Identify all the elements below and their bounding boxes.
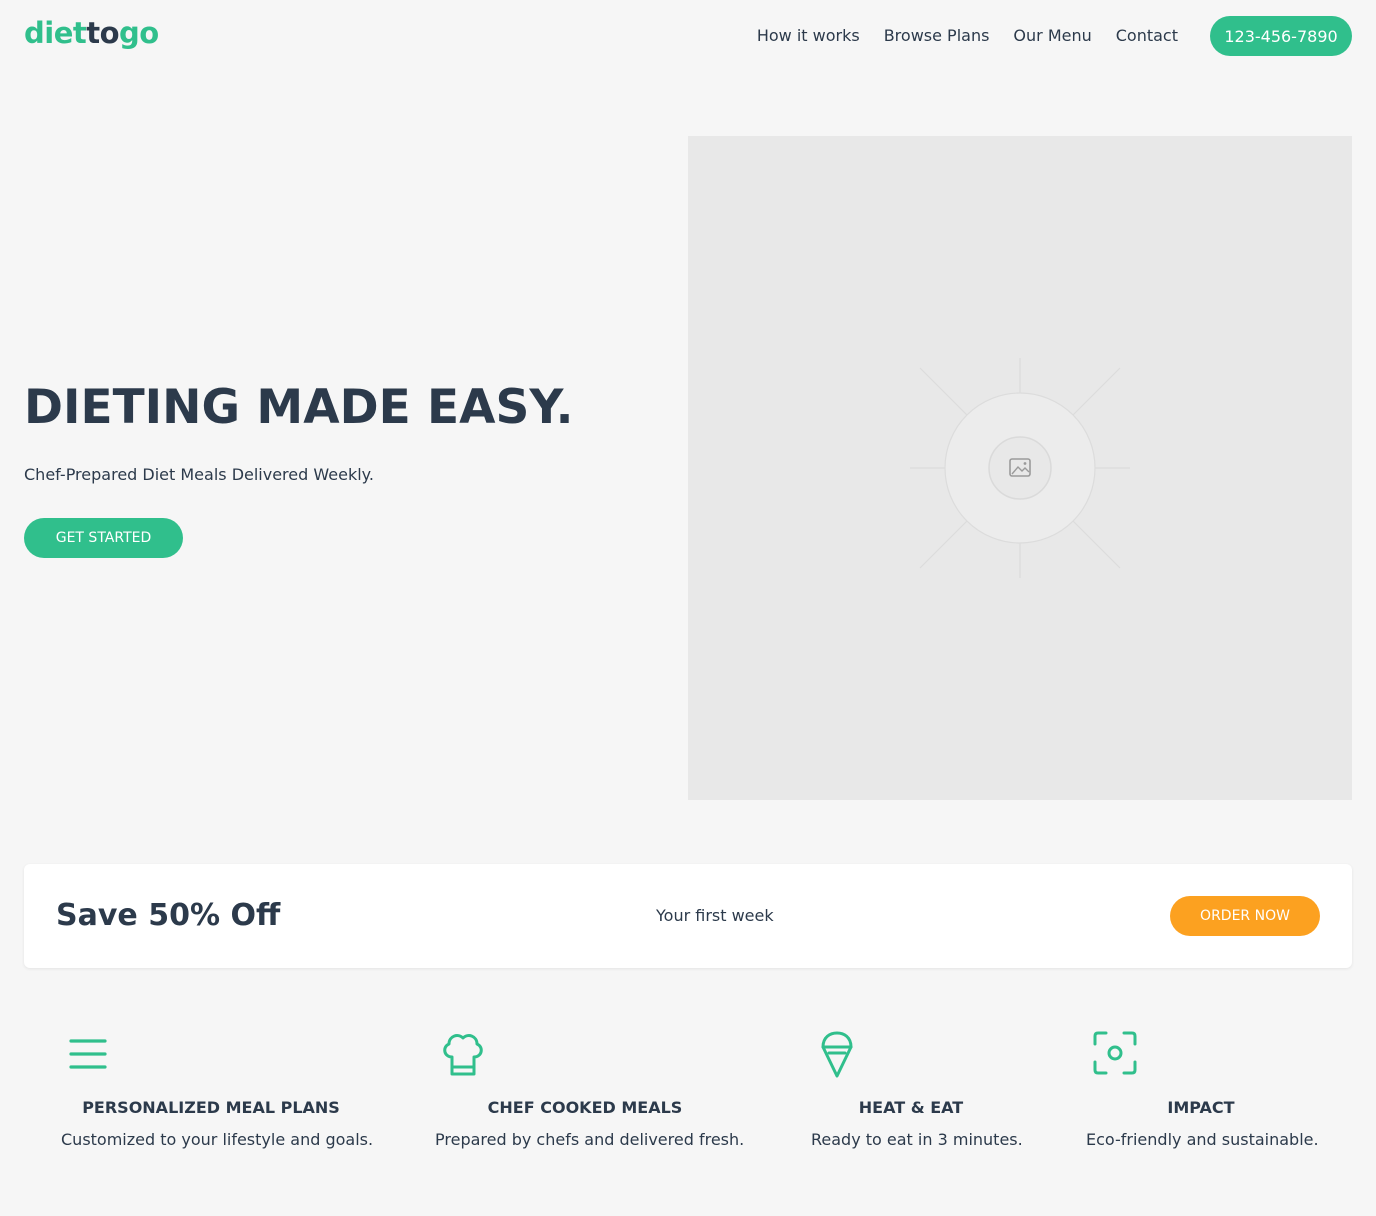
feature-title: CHEF COOKED MEALS <box>487 1098 683 1117</box>
ice-cream-cone-icon <box>819 1030 855 1082</box>
hero-title: DIETING MADE EASY. <box>24 380 574 435</box>
nav-browse-plans[interactable]: Browse Plans <box>884 26 990 45</box>
feature-title: HEAT & EAT <box>858 1098 964 1117</box>
main-nav: How it works Browse Plans Our Menu Conta… <box>757 26 1178 45</box>
feature-description: Customized to your lifestyle and goals. <box>61 1130 374 1149</box>
chef-hat-icon <box>441 1030 485 1080</box>
image-placeholder-graphic <box>910 358 1130 578</box>
logo[interactable]: diettogo <box>24 16 159 50</box>
feature-description: Prepared by chefs and delivered fresh. <box>435 1130 745 1149</box>
nav-how-it-works[interactable]: How it works <box>757 26 860 45</box>
logo-part-go: go <box>119 16 159 50</box>
feature-description: Ready to eat in 3 minutes. <box>811 1130 1023 1149</box>
nav-contact[interactable]: Contact <box>1116 26 1178 45</box>
site-header: diettogo How it works Browse Plans Our M… <box>0 0 1376 72</box>
logo-part-to: to <box>86 16 120 50</box>
phone-button[interactable]: 123-456-7890 <box>1210 16 1352 56</box>
get-started-button[interactable]: GET STARTED <box>24 518 183 558</box>
feature-description: Eco-friendly and sustainable. <box>1086 1130 1319 1149</box>
menu-lines-icon <box>69 1030 109 1074</box>
promo-banner: Save 50% Off Your first week ORDER NOW <box>24 864 1352 968</box>
order-now-button[interactable]: ORDER NOW <box>1170 896 1320 936</box>
page: diettogo How it works Browse Plans Our M… <box>0 0 1376 1216</box>
logo-part-diet: diet <box>24 16 87 50</box>
hero-subtitle: Chef-Prepared Diet Meals Delivered Weekl… <box>24 465 374 484</box>
feature-title: IMPACT <box>1167 1098 1235 1117</box>
nav-our-menu[interactable]: Our Menu <box>1013 26 1091 45</box>
promo-subtitle: Your first week <box>656 906 774 925</box>
focus-frame-icon <box>1092 1030 1138 1080</box>
promo-title: Save 50% Off <box>56 898 281 933</box>
hero-image-placeholder <box>688 136 1352 800</box>
feature-title: PERSONALIZED MEAL PLANS <box>82 1098 340 1117</box>
